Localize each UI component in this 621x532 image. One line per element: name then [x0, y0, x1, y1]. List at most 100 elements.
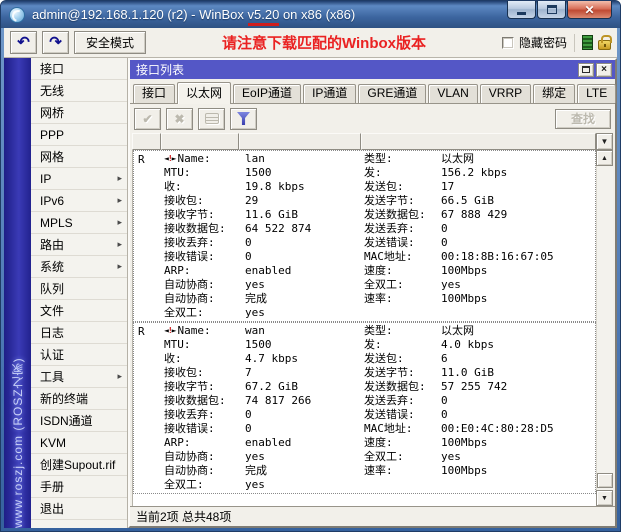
sidebar-item-ppp[interactable]: PPP: [31, 124, 127, 146]
field-label: 接收错误:: [164, 250, 215, 263]
disable-button[interactable]: ✖: [166, 107, 193, 130]
field: 发送字节: 11.0 GiB: [361, 366, 595, 380]
field: 类型: 以太网: [361, 152, 595, 166]
field-label: 速度:: [364, 436, 393, 449]
comment-button[interactable]: [198, 107, 225, 130]
field: 接收数据包: 64 522 874: [161, 222, 361, 236]
field: 发: 156.2 kbps: [361, 166, 595, 180]
redo-button[interactable]: ↷: [42, 31, 69, 54]
field-label: 自动协商:: [164, 450, 215, 463]
hide-password-label: 隐藏密码: [518, 36, 567, 50]
field-value: 11.0 GiB: [441, 366, 494, 379]
sidebar-item-label: 网桥: [40, 106, 65, 120]
field-label: 接收字节:: [164, 380, 215, 393]
interface-row-wan[interactable]: R ◄!► Name: wan MTU: 1500 收: 4.7 kbps 接收包: 7 接收字节:…: [133, 322, 596, 494]
field: 自动协商: 完成: [161, 464, 361, 478]
field-label: 速度:: [364, 264, 393, 277]
tab-lte[interactable]: LTE: [577, 84, 617, 103]
sidebar-item-exit[interactable]: 退出: [31, 498, 127, 520]
client-area: ↶ ↷ 安全模式 请注意下载匹配的Winbox版本 隐藏密码 www.roszj…: [4, 28, 617, 528]
field-label: 发送字节:: [364, 366, 415, 379]
grid-header-cell[interactable]: [239, 133, 361, 150]
notice-text: 请注意下载匹配的Winbox版本: [221, 35, 427, 52]
sidebar-item-bridge[interactable]: 网桥: [31, 102, 127, 124]
field-value: 0: [245, 422, 252, 435]
field: 速率: 100Mbps: [361, 292, 595, 306]
sidebar-item-make-supout[interactable]: 创建Supout.rif: [31, 454, 127, 476]
sidebar-item-new-terminal[interactable]: 新的终端: [31, 388, 127, 410]
safe-mode-button[interactable]: 安全模式: [74, 31, 147, 54]
row-flag: R: [138, 325, 145, 338]
interface-row-lan[interactable]: R ◄!► Name: lan MTU: 1500 收: 19.8 kbps 接收包: 29 接收字…: [133, 150, 596, 322]
sidebar-item-label: 接口: [40, 62, 65, 76]
minimize-button[interactable]: [507, 1, 536, 19]
sidebar-item-label: 无线: [40, 84, 65, 98]
sidebar-item-ip[interactable]: IP ▸: [31, 168, 127, 190]
panel-restore-button[interactable]: [578, 62, 594, 77]
tab-gre-tunnel[interactable]: GRE通道: [358, 84, 427, 103]
tab-ethernet[interactable]: 以太网: [177, 82, 232, 104]
find-button[interactable]: 查找: [555, 108, 611, 129]
field: 接收丢弃: 0: [161, 236, 361, 250]
sidebar-item-files[interactable]: 文件: [31, 300, 127, 322]
sidebar-item-mpls[interactable]: MPLS ▸: [31, 212, 127, 234]
maximize-icon: [546, 5, 557, 14]
undo-button[interactable]: ↶: [10, 31, 37, 54]
field: 接收包: 29: [161, 194, 361, 208]
tab-ip-tunnel[interactable]: IP通道: [303, 84, 357, 103]
tab-bonding[interactable]: 绑定: [533, 84, 576, 103]
sidebar-item-label: 文件: [40, 304, 65, 318]
x-icon: ✖: [174, 111, 185, 126]
sidebar-item-manual[interactable]: 手册: [31, 476, 127, 498]
tab-vlan[interactable]: VLAN: [428, 84, 478, 103]
panel-close-button[interactable]: ×: [596, 62, 612, 77]
column-select-button[interactable]: ▼: [596, 133, 613, 150]
scroll-down-button[interactable]: ▼: [596, 490, 613, 506]
field-value: 完成: [245, 292, 267, 305]
window-title-prefix: admin@192.168.1.120 (r2) - WinBox: [32, 7, 248, 22]
field: 发送丢弃: 0: [361, 394, 595, 408]
sidebar-item-radius[interactable]: 认证: [31, 344, 127, 366]
field-value: 0: [441, 394, 448, 407]
sidebar-item-routing[interactable]: 路由 ▸: [31, 234, 127, 256]
winbox-logo-icon: [9, 6, 25, 23]
sidebar-item-system[interactable]: 系统 ▸: [31, 256, 127, 278]
field: 发送错误: 0: [361, 236, 595, 250]
maximize-button[interactable]: [537, 1, 566, 19]
scrollbar-track[interactable]: [596, 166, 613, 490]
field-label: 接收包:: [164, 366, 204, 379]
winbox-window: admin@192.168.1.120 (r2) - WinBox v5.20 …: [0, 0, 621, 532]
grid-header-cell[interactable]: [361, 133, 596, 150]
field-label: 发送字节:: [364, 194, 415, 207]
field-label: 收:: [164, 352, 182, 365]
sidebar-item-label: 工具: [40, 370, 65, 384]
grid-header-cell[interactable]: [132, 133, 161, 150]
sidebar-item-ipv6[interactable]: IPv6 ▸: [31, 190, 127, 212]
field: MTU: 1500: [161, 166, 361, 180]
tab-interface[interactable]: 接口: [133, 84, 176, 103]
sidebar-item-kvm[interactable]: KVM: [31, 432, 127, 454]
close-button[interactable]: ✕: [567, 1, 612, 19]
enable-button[interactable]: ✔: [134, 107, 161, 130]
sidebar-item-label: 路由: [40, 238, 65, 252]
field: MTU: 1500: [161, 338, 361, 352]
tab-eoip-tunnel[interactable]: EoIP通道: [233, 84, 302, 103]
sidebar-item-log[interactable]: 日志: [31, 322, 127, 344]
sidebar-item-tools[interactable]: 工具 ▸: [31, 366, 127, 388]
field-value: yes: [441, 278, 461, 291]
hide-password-checkbox[interactable]: [501, 36, 514, 49]
grid-header-cell[interactable]: [161, 133, 239, 150]
sidebar-item-isdn-channels[interactable]: ISDN通道: [31, 410, 127, 432]
sidebar-item-wireless[interactable]: 无线: [31, 80, 127, 102]
filter-button[interactable]: [230, 107, 257, 130]
tab-vrrp[interactable]: VRRP: [479, 84, 532, 103]
scroll-up-button[interactable]: ▲: [596, 150, 613, 166]
field: 发送字节: 66.5 GiB: [361, 194, 595, 208]
field: 接收字节: 11.6 GiB: [161, 208, 361, 222]
scrollbar-thumb[interactable]: [597, 473, 613, 488]
sidebar-item-interfaces[interactable]: 接口: [31, 58, 127, 80]
sidebar-item-mesh[interactable]: 网格: [31, 146, 127, 168]
sidebar-item-queues[interactable]: 队列: [31, 278, 127, 300]
field-label: ◄!► Name:: [164, 324, 211, 337]
panel-titlebar: 接口列表 ×: [130, 60, 615, 79]
